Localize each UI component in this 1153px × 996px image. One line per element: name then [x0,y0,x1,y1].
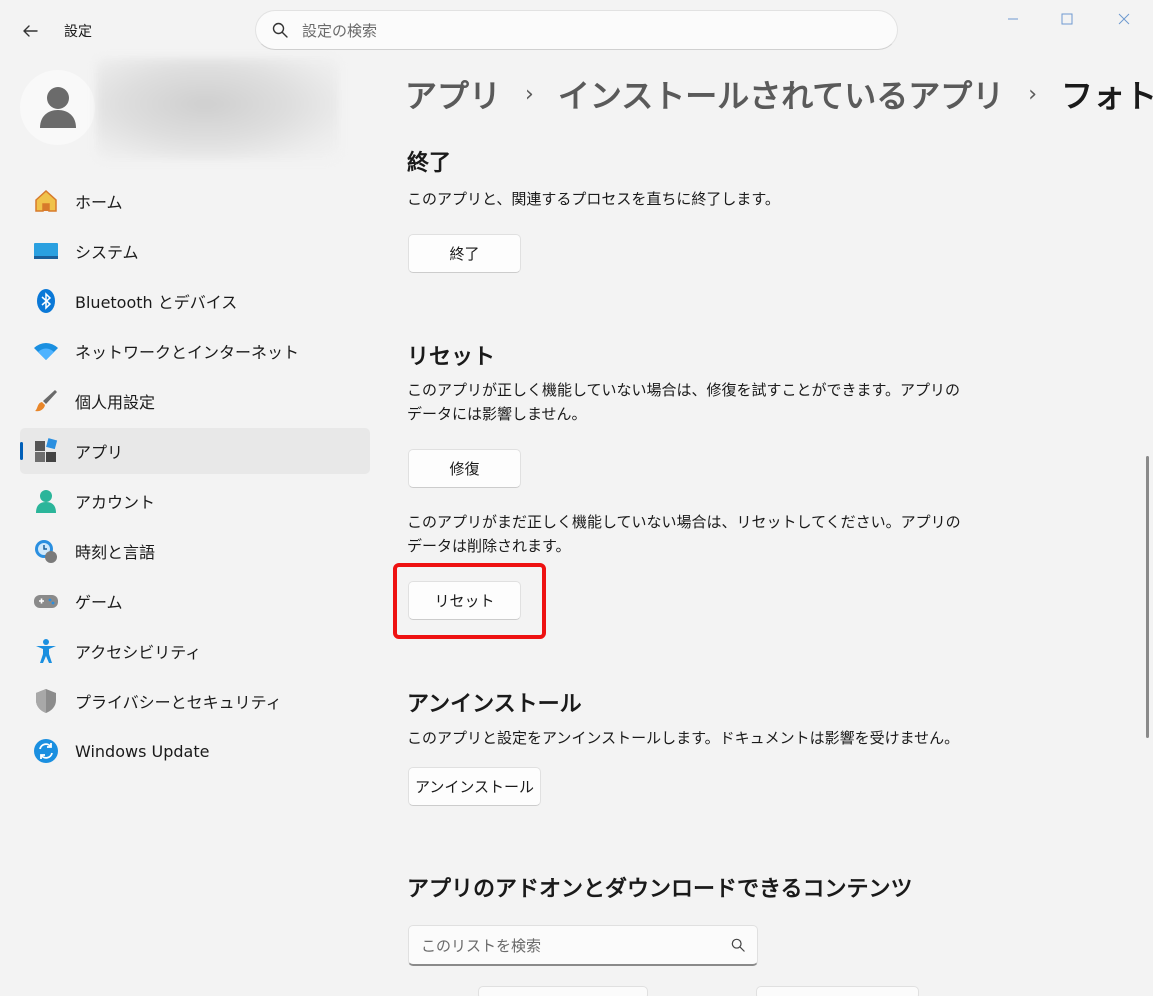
uninstall-title: アンインストール [407,692,582,717]
reset-description: このアプリがまだ正しく機能していない場合は、リセットしてください。アプリのデータ… [407,513,961,555]
chevron-right-icon: › [525,81,534,107]
sidebar-item-personalization[interactable]: 個人用設定 [20,378,370,424]
repair-button[interactable]: 修復 [408,449,521,488]
sidebar-nav: ホーム システム Bluetooth とデバイス ネットワークとインターネット … [20,178,370,778]
gamepad-icon [33,588,59,614]
system-icon [33,238,59,264]
addons-search-placeholder: このリストを検索 [421,936,542,955]
back-arrow-icon [23,25,38,37]
app-title: 設定 [64,24,92,40]
wifi-icon [33,338,59,364]
brush-icon [33,388,59,414]
maximize-button[interactable] [1052,6,1082,32]
sidebar-item-label: システム [75,243,139,262]
settings-search-input[interactable]: 設定の検索 [255,10,898,50]
sidebar-item-label: Bluetooth とデバイス [75,293,238,312]
sidebar-item-label: ホーム [75,193,123,212]
addons-title: アプリのアドオンとダウンロードできるコンテンツ [407,877,913,902]
profile-info-blurred [96,58,339,160]
sidebar-item-privacy[interactable]: プライバシーとセキュリティ [20,678,370,724]
sidebar-item-label: ゲーム [75,593,123,612]
avatar[interactable] [20,70,95,145]
maximize-icon [1061,13,1073,25]
update-icon [33,738,59,764]
terminate-description: このアプリと、関連するプロセスを直ちに終了します。 [407,190,780,208]
sidebar-item-home[interactable]: ホーム [20,178,370,224]
breadcrumb-current: フォト [1061,77,1153,115]
accessibility-icon [33,638,59,664]
user-icon [39,86,76,128]
close-icon [1118,13,1130,25]
scrollbar[interactable] [1146,456,1149,738]
breadcrumb-apps[interactable]: アプリ [405,71,501,117]
back-button[interactable] [14,16,46,46]
sidebar-item-time-language[interactable]: 時刻と言語 [20,528,370,574]
breadcrumb-installed-apps[interactable]: インストールされているアプリ [558,71,1004,117]
bluetooth-icon [33,288,59,314]
sidebar-item-label: アプリ [75,443,124,462]
chevron-right-icon: › [1028,81,1038,107]
sidebar-item-gaming[interactable]: ゲーム [20,578,370,624]
sidebar-item-label: Windows Update [75,741,210,761]
uninstall-description: このアプリと設定をアンインストールします。ドキュメントは影響を受けません。 [407,729,960,747]
title-bar: 設定 設定の検索 [0,0,1153,60]
home-icon [33,188,59,214]
search-icon [272,22,288,38]
account-icon [33,488,59,514]
filter-dropdown[interactable] [478,986,648,996]
sidebar-item-label: アカウント [75,493,156,512]
sidebar-item-system[interactable]: システム [20,228,370,274]
sidebar-item-label: アクセシビリティ [75,643,202,662]
minimize-button[interactable] [998,6,1028,32]
search-icon [731,938,745,952]
sidebar-item-label: 個人用設定 [75,393,156,412]
minimize-icon [1008,18,1018,20]
sidebar-item-bluetooth[interactable]: Bluetooth とデバイス [20,278,370,324]
sidebar-item-accounts[interactable]: アカウント [20,478,370,524]
time-language-icon [33,538,59,564]
sidebar-item-windows-update[interactable]: Windows Update [20,728,370,774]
uninstall-button[interactable]: アンインストール [408,767,541,806]
sidebar-item-label: プライバシーとセキュリティ [75,693,282,712]
sort-dropdown[interactable] [756,986,919,996]
repair-description: このアプリが正しく機能していない場合は、修復を試すことができます。アプリのデータ… [407,381,961,423]
terminate-button[interactable]: 終了 [408,234,521,273]
sidebar-item-network[interactable]: ネットワークとインターネット [20,328,370,374]
sidebar-item-accessibility[interactable]: アクセシビリティ [20,628,370,674]
sidebar-item-label: 時刻と言語 [75,543,156,562]
sidebar-item-label: ネットワークとインターネット [75,343,300,362]
highlight-box [393,563,546,639]
search-placeholder: 設定の検索 [302,21,378,40]
sidebar-item-apps[interactable]: アプリ [20,428,370,474]
reset-title: リセット [407,345,496,370]
shield-icon [33,688,59,714]
addons-search-input[interactable]: このリストを検索 [408,925,758,966]
apps-icon [33,438,59,464]
breadcrumb: アプリ › インストールされているアプリ › フォト [405,72,1153,116]
close-button[interactable] [1109,6,1139,32]
terminate-title: 終了 [407,151,452,176]
